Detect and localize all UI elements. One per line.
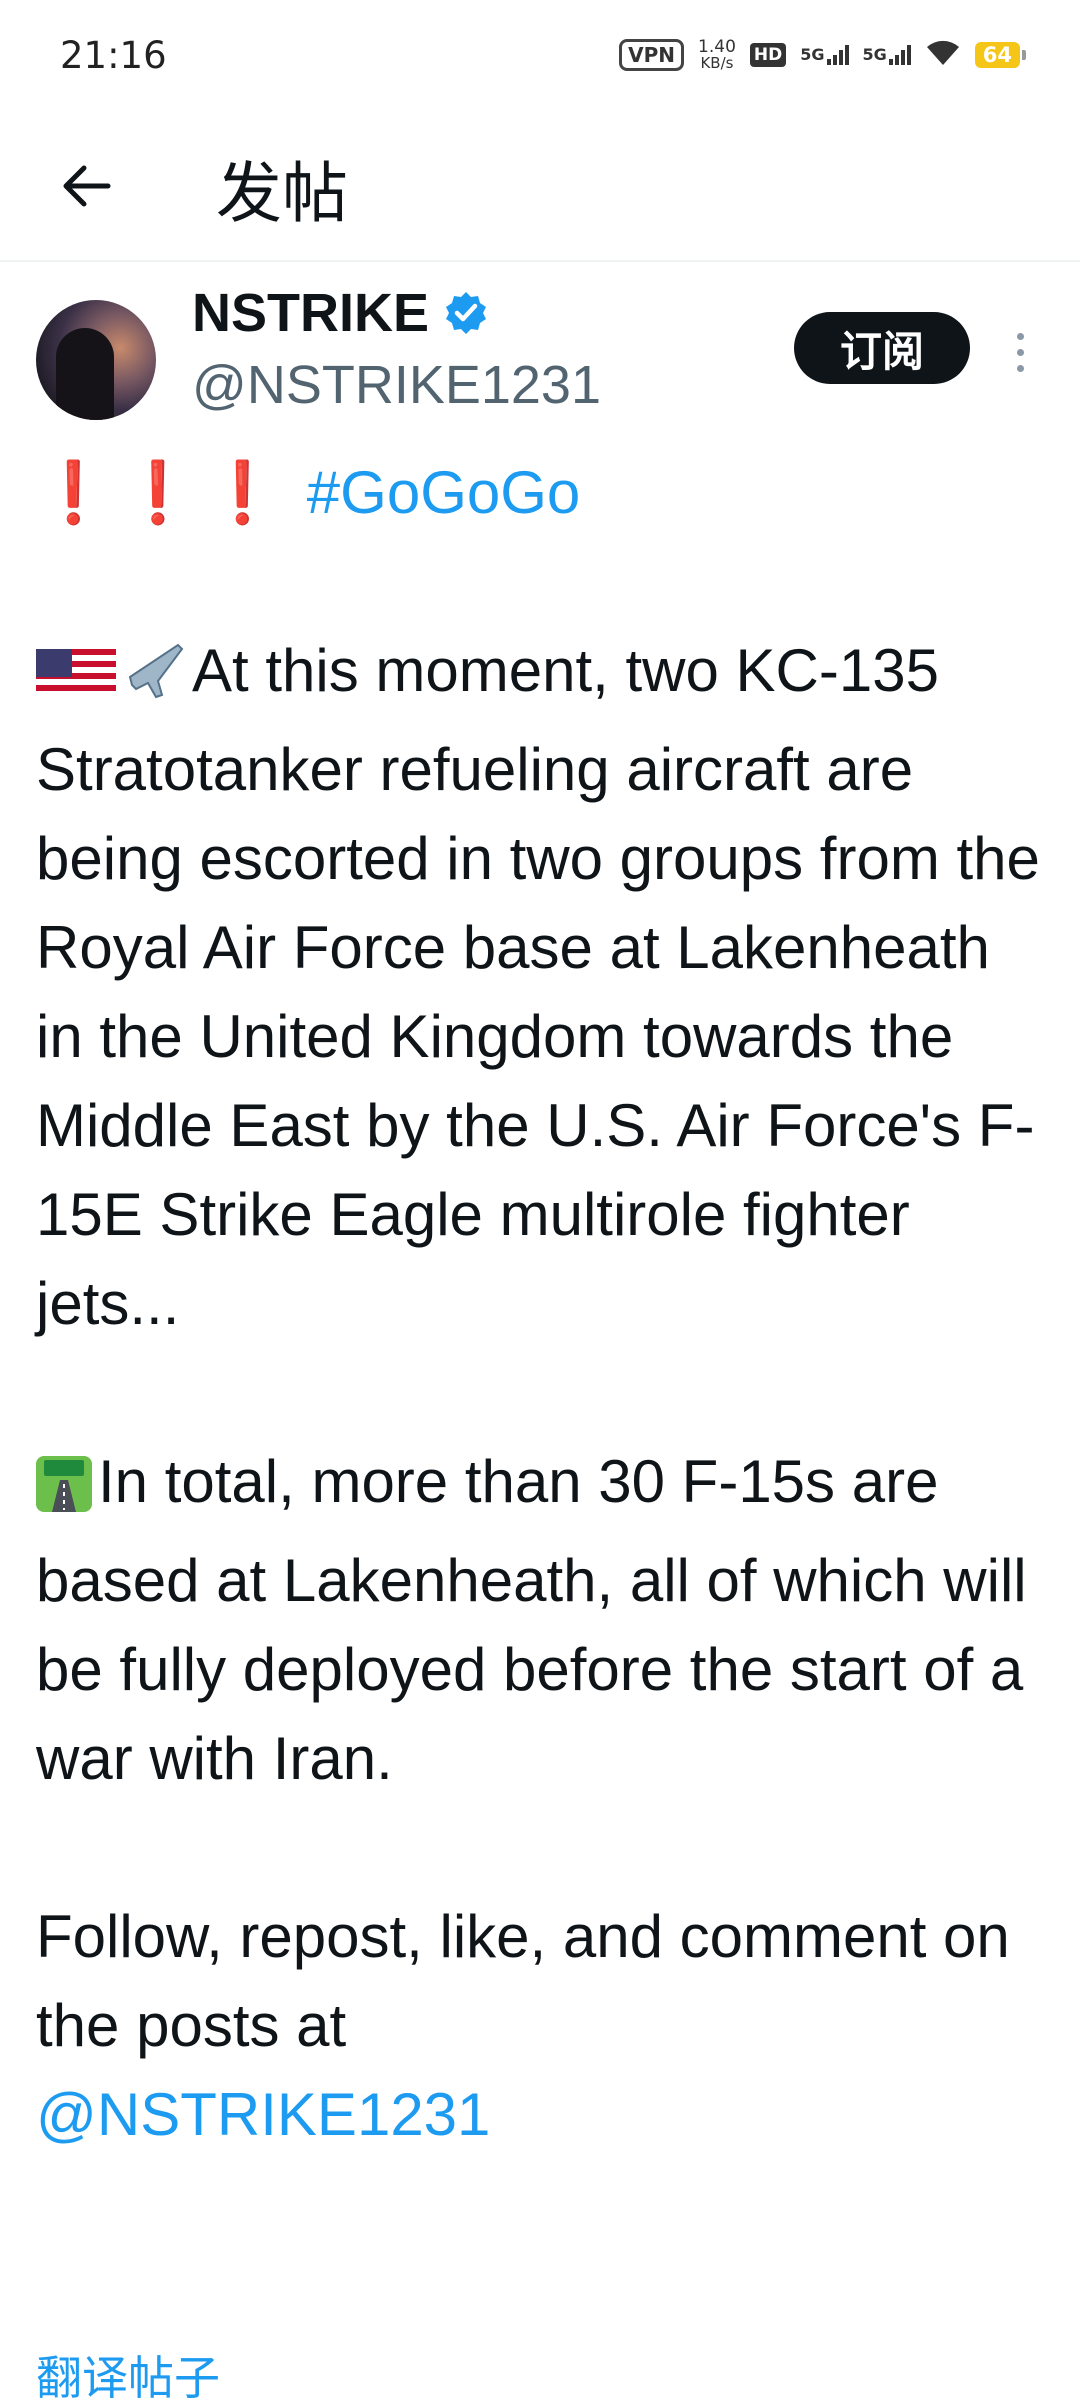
- post-line-hashtag: ❗❗❗ #GoGoGo: [36, 448, 1046, 537]
- battery-icon: 64: [974, 42, 1027, 68]
- paragraph-3-text: Follow, repost, like, and comment on the…: [36, 1903, 1010, 2059]
- verified-badge-icon: [446, 292, 487, 334]
- exclamation-emoji: ❗❗❗: [36, 459, 291, 526]
- network-speed-value: 1.40: [698, 37, 736, 57]
- post-paragraph-3: Follow, repost, like, and comment on the…: [36, 1892, 1046, 2159]
- post-text: ❗❗❗ #GoGoGo At this moment, two KC-135 S…: [36, 448, 1046, 2159]
- more-dot-icon: [1016, 332, 1024, 340]
- subscribe-button[interactable]: 订阅: [794, 312, 970, 384]
- more-options-button[interactable]: [1000, 322, 1040, 382]
- status-icons: VPN 1.40 KB/s HD 5G 5G 64: [619, 37, 1027, 72]
- us-flag-emoji: [36, 636, 116, 725]
- network-type-label: 5G: [862, 45, 887, 64]
- back-arrow-icon: [63, 165, 111, 207]
- post-paragraph-1: At this moment, two KC-135 Stratotanker …: [36, 626, 1046, 1348]
- airplane-emoji: [122, 636, 186, 725]
- network-speed: 1.40 KB/s: [698, 37, 736, 72]
- avatar[interactable]: [36, 300, 156, 420]
- author-name-row: NSTRIKE: [192, 282, 489, 344]
- paragraph-2-text: In total, more than 30 F-15s are based a…: [36, 1448, 1027, 1792]
- vpn-icon: VPN: [619, 39, 685, 71]
- page-title: 发帖: [216, 155, 348, 232]
- network-speed-unit: KB/s: [700, 54, 734, 72]
- author-handle[interactable]: @NSTRIKE1231: [192, 354, 601, 416]
- hashtag-link[interactable]: #GoGoGo: [307, 459, 581, 526]
- author-display-name[interactable]: NSTRIKE: [192, 282, 429, 344]
- wifi-icon: [925, 39, 961, 71]
- paragraph-1-text: At this moment, two KC-135 Stratotanker …: [36, 637, 1040, 1337]
- more-dot-icon: [1016, 364, 1024, 372]
- signal-icon-1: 5G: [800, 45, 849, 65]
- hd-icon: HD: [749, 43, 787, 67]
- signal-icon-2: 5G: [863, 45, 911, 65]
- translate-post-link[interactable]: 翻译帖子: [36, 2342, 220, 2408]
- avatar-silhouette: [56, 328, 114, 420]
- network-type-label: 5G: [800, 45, 825, 64]
- mention-link[interactable]: @NSTRIKE1231: [36, 2081, 490, 2148]
- back-button[interactable]: [48, 148, 124, 224]
- motorway-emoji: [36, 1447, 92, 1536]
- top-nav: 发帖: [0, 110, 1080, 262]
- post-header: NSTRIKE @NSTRIKE1231 订阅: [0, 262, 1080, 442]
- status-bar: 21:16 VPN 1.40 KB/s HD 5G 5G 64: [0, 0, 1080, 110]
- more-dot-icon: [1016, 348, 1024, 356]
- status-time: 21:16: [60, 33, 167, 77]
- post-paragraph-2: In total, more than 30 F-15s are based a…: [36, 1437, 1046, 1803]
